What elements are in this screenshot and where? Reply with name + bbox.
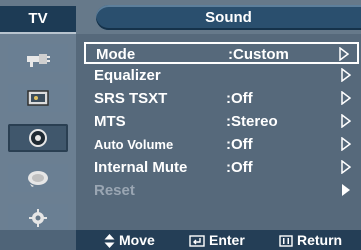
footer-enter: Enter (189, 230, 245, 250)
menu-item-label: MTS (94, 113, 126, 130)
footer-return: Return (279, 230, 342, 250)
sidebar-item-channel[interactable] (8, 164, 68, 192)
menu-item-auto-volume[interactable]: Auto Volume :Off (84, 134, 359, 156)
footer-move-label: Move (119, 232, 155, 248)
tv-tab[interactable]: TV (0, 6, 76, 34)
menu-item-label: SRS TSXT (94, 90, 168, 107)
return-icon (279, 235, 293, 247)
up-down-arrow-icon (104, 234, 115, 249)
menu-title-bar: Sound (96, 5, 361, 30)
tv-osd-screen: TV Sound Mode:Custom Equalizer SRS TSXT… (0, 0, 361, 250)
menu-item-srs-tsxt[interactable]: SRS TSXT :Off (84, 88, 359, 110)
enter-icon (189, 235, 205, 247)
chevron-right-icon (341, 114, 351, 128)
menu-item-reset[interactable]: Reset (84, 180, 359, 202)
footer-help-bar: Move Enter Return (76, 230, 361, 250)
footer-return-label: Return (297, 232, 343, 248)
page-title: Sound (96, 5, 361, 30)
chevron-right-icon (341, 137, 351, 151)
menu-item-equalizer[interactable]: Equalizer (84, 65, 359, 87)
footer-left-panel (0, 230, 76, 250)
menu-item-label: Reset (94, 182, 135, 199)
chevron-right-icon (341, 160, 351, 174)
menu-item-label: Internal Mute (94, 159, 188, 176)
menu-item-value: :Off (226, 136, 253, 153)
menu-item-value: :Stereo (226, 113, 278, 130)
sidebar-item-sound[interactable] (8, 124, 68, 152)
input-plug-icon (27, 54, 50, 67)
chevron-right-icon (341, 68, 351, 82)
menu-item-value: :Off (226, 159, 253, 176)
sidebar-item-picture[interactable] (8, 84, 68, 112)
sound-speaker-icon (29, 129, 47, 147)
menu-item-internal-mute[interactable]: Internal Mute :Off (84, 157, 359, 179)
footer-enter-label: Enter (209, 232, 245, 248)
sidebar-item-setup[interactable] (8, 204, 68, 232)
menu-item-value: :Custom (228, 46, 289, 63)
channel-dish-icon (28, 171, 48, 187)
picture-icon (27, 90, 49, 106)
chevron-right-icon (339, 47, 349, 61)
menu-item-value: :Off (226, 90, 253, 107)
setup-gear-icon (29, 209, 47, 227)
menu-item-label: Equalizer (94, 67, 161, 84)
chevron-right-icon (341, 91, 351, 105)
menu-item-label: Mode (96, 46, 136, 63)
menu-item-mts[interactable]: MTS :Stereo (84, 111, 359, 133)
footer-move: Move (104, 230, 155, 250)
menu-item-label: Auto Volume (94, 137, 174, 152)
sidebar (0, 34, 76, 240)
chevron-right-filled-icon (342, 184, 350, 196)
menu-item-mode[interactable]: Mode :Custom (84, 42, 359, 64)
sidebar-item-input[interactable] (8, 44, 68, 72)
sound-menu-panel: Mode :Custom Equalizer SRS TSXT :Off MTS… (76, 34, 361, 230)
